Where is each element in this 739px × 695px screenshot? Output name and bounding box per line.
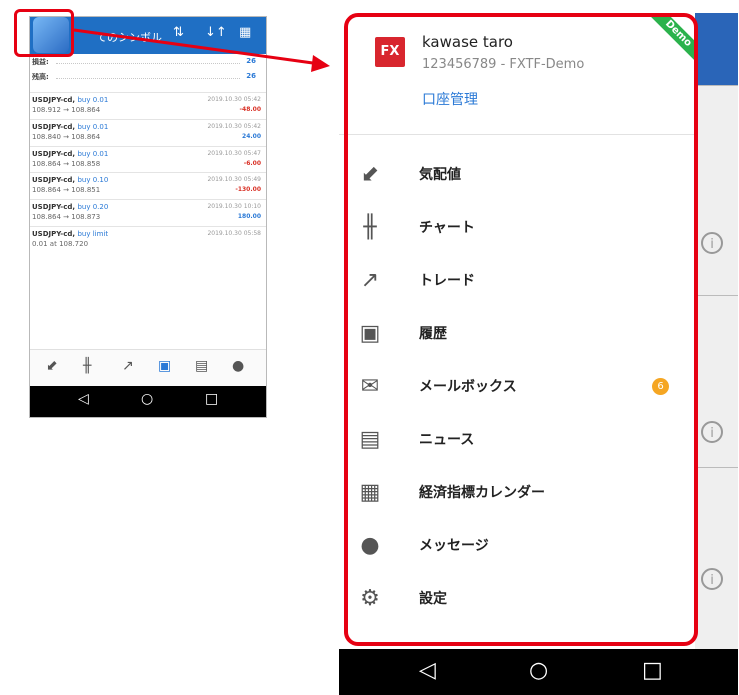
order-symbol: USDJPY-cd, — [32, 96, 76, 104]
background-card — [695, 467, 738, 650]
quotes-icon[interactable]: ⬋ — [46, 358, 58, 374]
order-date: 2019.10.30 05:42 — [207, 96, 261, 103]
small-bottom-tab-bar: ⬋ ╫ ↗ ▣ ▤ ● — [30, 349, 266, 387]
order-date: 2019.10.30 05:58 — [207, 229, 261, 237]
order-symbol: USDJPY-cd, — [32, 149, 76, 158]
small-android-nav-bar: ◁ ○ □ — [30, 386, 266, 417]
order-symbol: USDJPY-cd, — [32, 122, 76, 131]
recents-icon[interactable]: □ — [642, 658, 663, 683]
small-phone-screenshot: てのシンボル ⇅ ↓↑ ▦ 損益: 26 残高: 26 USDJPY-cd, b… — [29, 16, 267, 418]
history-icon[interactable]: ▣ — [158, 358, 171, 374]
order-row[interactable]: USDJPY-cd, buy limit 0.01 at 108.720 201… — [30, 225, 266, 253]
order-price: 108.912 → 108.864 — [32, 106, 101, 114]
info-icon[interactable]: i — [701, 232, 723, 254]
order-price: 108.864 → 108.873 — [32, 213, 101, 222]
balance-label: 損益: — [32, 58, 49, 66]
order-price: 108.864 → 108.851 — [32, 186, 101, 195]
order-direction: buy 0.01 — [77, 96, 109, 104]
balance-section: 損益: 26 残高: 26 USDJPY-cd, buy 0.01 108.91… — [30, 54, 266, 253]
order-profit: 24.00 — [242, 132, 261, 140]
order-direction: buy 0.01 — [77, 149, 109, 158]
order-price: 108.864 → 108.858 — [32, 159, 101, 168]
order-date: 2019.10.30 10:10 — [207, 203, 261, 211]
drawer-highlight-frame — [344, 13, 698, 646]
balance-value: 26 — [246, 72, 256, 80]
order-direction: buy 0.10 — [77, 176, 109, 185]
order-row[interactable]: USDJPY-cd, buy 0.20 108.864 → 108.873 20… — [30, 199, 266, 226]
order-row[interactable]: USDJPY-cd, buy 0.10 108.864 → 108.851 20… — [30, 172, 266, 199]
order-direction: buy 0.01 — [77, 122, 109, 131]
balance-label: 残高: — [32, 73, 49, 81]
order-profit: -130.00 — [235, 186, 261, 194]
big-android-nav-bar: ◁ ○ □ — [339, 649, 738, 695]
recents-icon[interactable]: □ — [205, 391, 218, 407]
order-direction: buy limit — [77, 229, 109, 238]
trade-icon[interactable]: ↗ — [122, 358, 134, 374]
order-price: 0.01 at 108.720 — [32, 239, 89, 248]
home-icon[interactable]: ○ — [529, 658, 548, 683]
info-icon[interactable]: i — [701, 421, 723, 443]
highlight-box — [14, 9, 74, 57]
order-symbol: USDJPY-cd, — [32, 203, 76, 212]
small-app-title: てのシンボル — [96, 31, 162, 44]
order-row[interactable]: USDJPY-cd, buy 0.01 108.912 → 108.864 20… — [30, 92, 266, 119]
background-header — [695, 13, 738, 85]
order-date: 2019.10.30 05:49 — [207, 176, 261, 184]
order-profit: 180.00 — [237, 213, 261, 221]
order-date: 2019.10.30 05:47 — [207, 149, 261, 157]
order-direction: buy 0.20 — [77, 203, 109, 212]
order-profit: -48.00 — [239, 106, 261, 113]
order-row[interactable]: USDJPY-cd, buy 0.01 108.864 → 108.858 20… — [30, 145, 266, 173]
order-symbol: USDJPY-cd, — [32, 229, 76, 238]
back-icon[interactable]: ◁ — [419, 658, 436, 683]
background-card — [695, 85, 738, 296]
calendar-icon[interactable]: ▦ — [239, 25, 251, 40]
order-profit: -6.00 — [243, 159, 261, 167]
sort-icon[interactable]: ↓↑ — [205, 25, 227, 40]
balance-row: 残高: 26 — [30, 69, 266, 84]
message-icon[interactable]: ● — [232, 358, 244, 374]
balance-value: 26 — [246, 57, 256, 65]
chart-icon[interactable]: ╫ — [83, 358, 91, 374]
order-symbol: USDJPY-cd, — [32, 176, 76, 185]
home-icon[interactable]: ○ — [141, 391, 153, 407]
background-card — [695, 295, 738, 468]
order-row[interactable]: USDJPY-cd, buy 0.01 108.840 → 108.864 20… — [30, 118, 266, 146]
one-click-trading-icon[interactable]: ⇅ — [173, 25, 184, 40]
info-icon[interactable]: i — [701, 568, 723, 590]
back-icon[interactable]: ◁ — [78, 391, 89, 407]
news-icon[interactable]: ▤ — [195, 358, 208, 374]
order-price: 108.840 → 108.864 — [32, 132, 101, 141]
order-date: 2019.10.30 05:42 — [207, 122, 261, 130]
